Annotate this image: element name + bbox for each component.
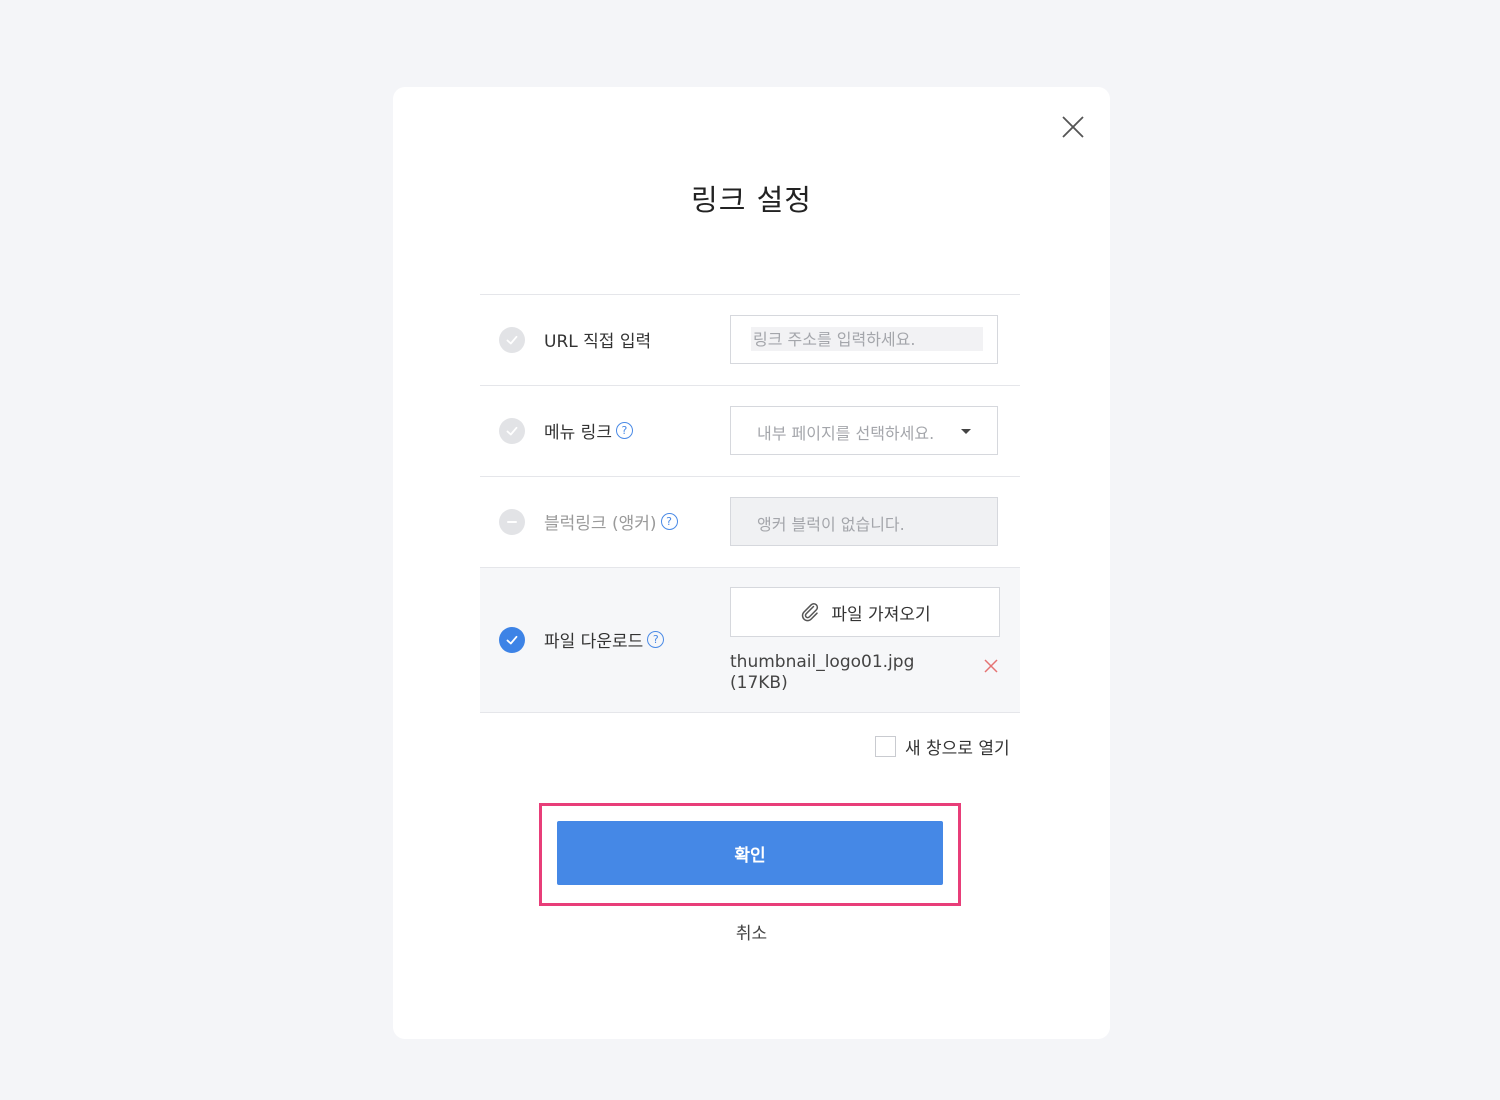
new-window-option: 새 창으로 열기 — [875, 734, 1010, 759]
remove-file-icon[interactable] — [984, 658, 998, 673]
anchor-empty-text: 앵커 블럭이 없습니다. — [757, 515, 905, 534]
url-radio[interactable] — [499, 327, 525, 353]
check-icon — [506, 426, 518, 436]
minus-icon — [507, 521, 517, 523]
new-window-label: 새 창으로 열기 — [905, 739, 1010, 759]
dialog-title: 링크 설정 — [691, 183, 812, 217]
menu-select-placeholder: 내부 페이지를 선택하세요. — [757, 424, 935, 443]
link-settings-dialog: 링크 설정 URL 직접 입력 메뉴 링크 ? — [393, 87, 1110, 1039]
url-input[interactable] — [751, 327, 983, 351]
cancel-button[interactable]: 취소 — [393, 919, 1110, 944]
block-option-label: 블럭링크 (앵커) — [544, 514, 657, 534]
confirm-button[interactable]: 확인 — [557, 821, 943, 885]
attached-file-info: thumbnail_logo01.jpg (17KB) — [730, 652, 950, 694]
attached-file-name: thumbnail_logo01.jpg — [730, 652, 915, 672]
check-icon — [506, 335, 518, 345]
option-row-file: 파일 다운로드 ? 파일 가져오기 thumbnail_logo01.jpg (… — [480, 568, 1020, 713]
block-option-label-group: 블럭링크 (앵커) ? — [544, 509, 678, 534]
help-icon[interactable]: ? — [615, 422, 633, 439]
check-icon — [506, 635, 518, 645]
attached-file-size: (17KB) — [730, 673, 788, 693]
help-icon[interactable]: ? — [647, 631, 665, 648]
option-row-menu: 메뉴 링크 ? 내부 페이지를 선택하세요. — [480, 386, 1020, 477]
url-field-box — [730, 315, 998, 364]
block-radio — [499, 509, 525, 535]
caret-down-icon — [961, 429, 971, 434]
close-icon[interactable] — [1061, 115, 1085, 139]
file-option-label-group: 파일 다운로드 ? — [544, 627, 665, 652]
menu-page-select[interactable]: 내부 페이지를 선택하세요. — [730, 406, 998, 455]
paperclip-icon — [802, 603, 819, 622]
option-row-url: URL 직접 입력 — [480, 295, 1020, 386]
link-type-options: URL 직접 입력 메뉴 링크 ? 내부 페이지를 선택하세요. — [480, 294, 1020, 713]
file-radio[interactable] — [499, 627, 525, 653]
url-option-label: URL 직접 입력 — [544, 332, 652, 352]
file-option-label: 파일 다운로드 — [544, 632, 644, 652]
menu-option-label: 메뉴 링크 — [544, 423, 612, 443]
anchor-field: 앵커 블럭이 없습니다. — [730, 497, 998, 546]
menu-radio[interactable] — [499, 418, 525, 444]
help-icon[interactable]: ? — [660, 513, 678, 530]
menu-option-label-group: 메뉴 링크 ? — [544, 418, 633, 443]
import-file-button[interactable]: 파일 가져오기 — [730, 587, 1000, 637]
new-window-checkbox[interactable] — [875, 736, 896, 757]
import-file-label: 파일 가져오기 — [831, 604, 931, 625]
option-row-block: 블럭링크 (앵커) ? 앵커 블럭이 없습니다. — [480, 477, 1020, 568]
